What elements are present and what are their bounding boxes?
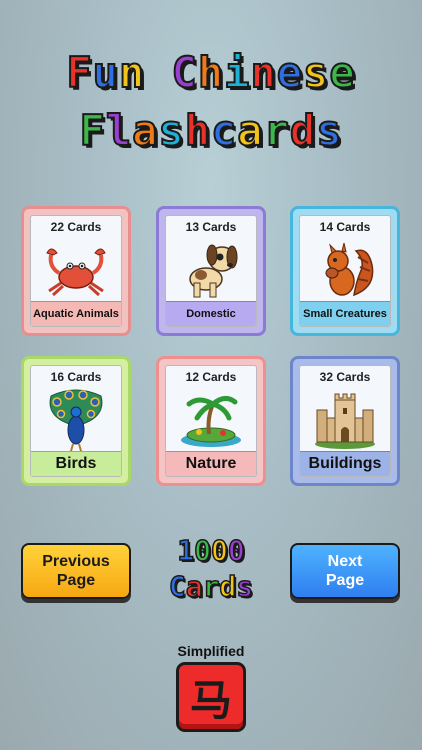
title-letter: u — [92, 47, 119, 98]
count-letter: 0 — [193, 533, 211, 568]
script-mode-label: Simplified — [177, 643, 245, 659]
category-card-small-creatures[interactable]: 14 Cards Small Creatures — [290, 206, 400, 336]
category-card-domestic-animals[interactable]: 13 Cards Domestic Animals — [156, 206, 266, 336]
simplified-character-icon: 马 — [189, 675, 232, 725]
card-count: 22 Cards — [50, 220, 102, 234]
card-label: Small Creatures — [300, 301, 390, 326]
count-letter: 0 — [210, 533, 228, 568]
card-label: Nature — [166, 451, 256, 476]
island-icon — [181, 396, 241, 447]
category-card-aquatic-animals[interactable]: 22 Cards Aquatic Animals — [21, 206, 131, 336]
dog-icon — [189, 244, 238, 298]
title-letter: d — [289, 105, 317, 156]
card-count: 14 Cards — [319, 220, 371, 234]
title-letter: l — [105, 105, 133, 156]
title-letter: n — [249, 47, 277, 98]
count-letter: 1 — [177, 533, 195, 568]
card-label: Aquatic Animals — [31, 301, 121, 326]
category-card-nature[interactable]: 12 Cards Nature — [156, 356, 266, 486]
app-title-line-1: Fun Chinese — [0, 47, 422, 98]
title-letter: c — [210, 105, 238, 156]
card-label: Buildings — [300, 451, 390, 476]
title-letter: e — [328, 47, 356, 98]
title-letter: h — [184, 105, 211, 156]
castle-icon — [315, 393, 375, 449]
previous-page-label-line2: Page — [56, 572, 96, 589]
count-letter: r — [202, 569, 220, 604]
app-title-line-2: Flashcards — [0, 105, 422, 156]
peacock-icon — [49, 389, 103, 452]
count-letter: 0 — [227, 533, 245, 568]
next-page-label-line2: Page — [325, 572, 365, 589]
title-letter: a — [236, 105, 264, 156]
card-count: 12 Cards — [185, 370, 237, 384]
card-count: 32 Cards — [319, 370, 371, 384]
card-count: 16 Cards — [50, 370, 102, 384]
title-letter: s — [157, 105, 185, 156]
next-page-button[interactable]: Next Page — [290, 543, 400, 599]
count-letter: C — [168, 569, 186, 604]
total-cards-number: 1000 — [155, 533, 267, 568]
card-count: 13 Cards — [185, 220, 237, 234]
next-page-label-line1: Next — [327, 553, 363, 570]
category-card-birds[interactable]: 16 Cards Birds — [21, 356, 131, 486]
previous-page-button[interactable]: Previous Page — [21, 543, 131, 599]
title-letter: C — [171, 47, 198, 98]
total-cards-label: Cards — [155, 569, 267, 604]
count-letter: a — [185, 569, 203, 604]
title-letter: i — [223, 47, 251, 98]
count-letter: d — [219, 569, 237, 604]
squirrel-icon — [325, 242, 374, 297]
category-card-buildings[interactable]: 32 Cards Buildings — [290, 356, 400, 486]
count-letter: s — [236, 569, 254, 604]
title-letter — [145, 48, 171, 97]
previous-page-label-line1: Previous — [42, 553, 110, 570]
title-letter: s — [302, 47, 330, 98]
title-letter: e — [276, 47, 304, 98]
title-letter: n — [118, 47, 146, 98]
title-letter: F — [79, 105, 106, 156]
title-letter: h — [197, 47, 225, 98]
crab-icon — [46, 248, 106, 297]
title-letter: r — [263, 105, 290, 156]
card-label: Birds — [31, 451, 121, 476]
script-mode-toggle-button[interactable]: 马 — [176, 662, 246, 732]
card-label: Domestic Animals — [166, 301, 256, 326]
title-letter: F — [65, 47, 93, 98]
title-letter: s — [315, 105, 343, 156]
title-letter: a — [131, 105, 159, 156]
